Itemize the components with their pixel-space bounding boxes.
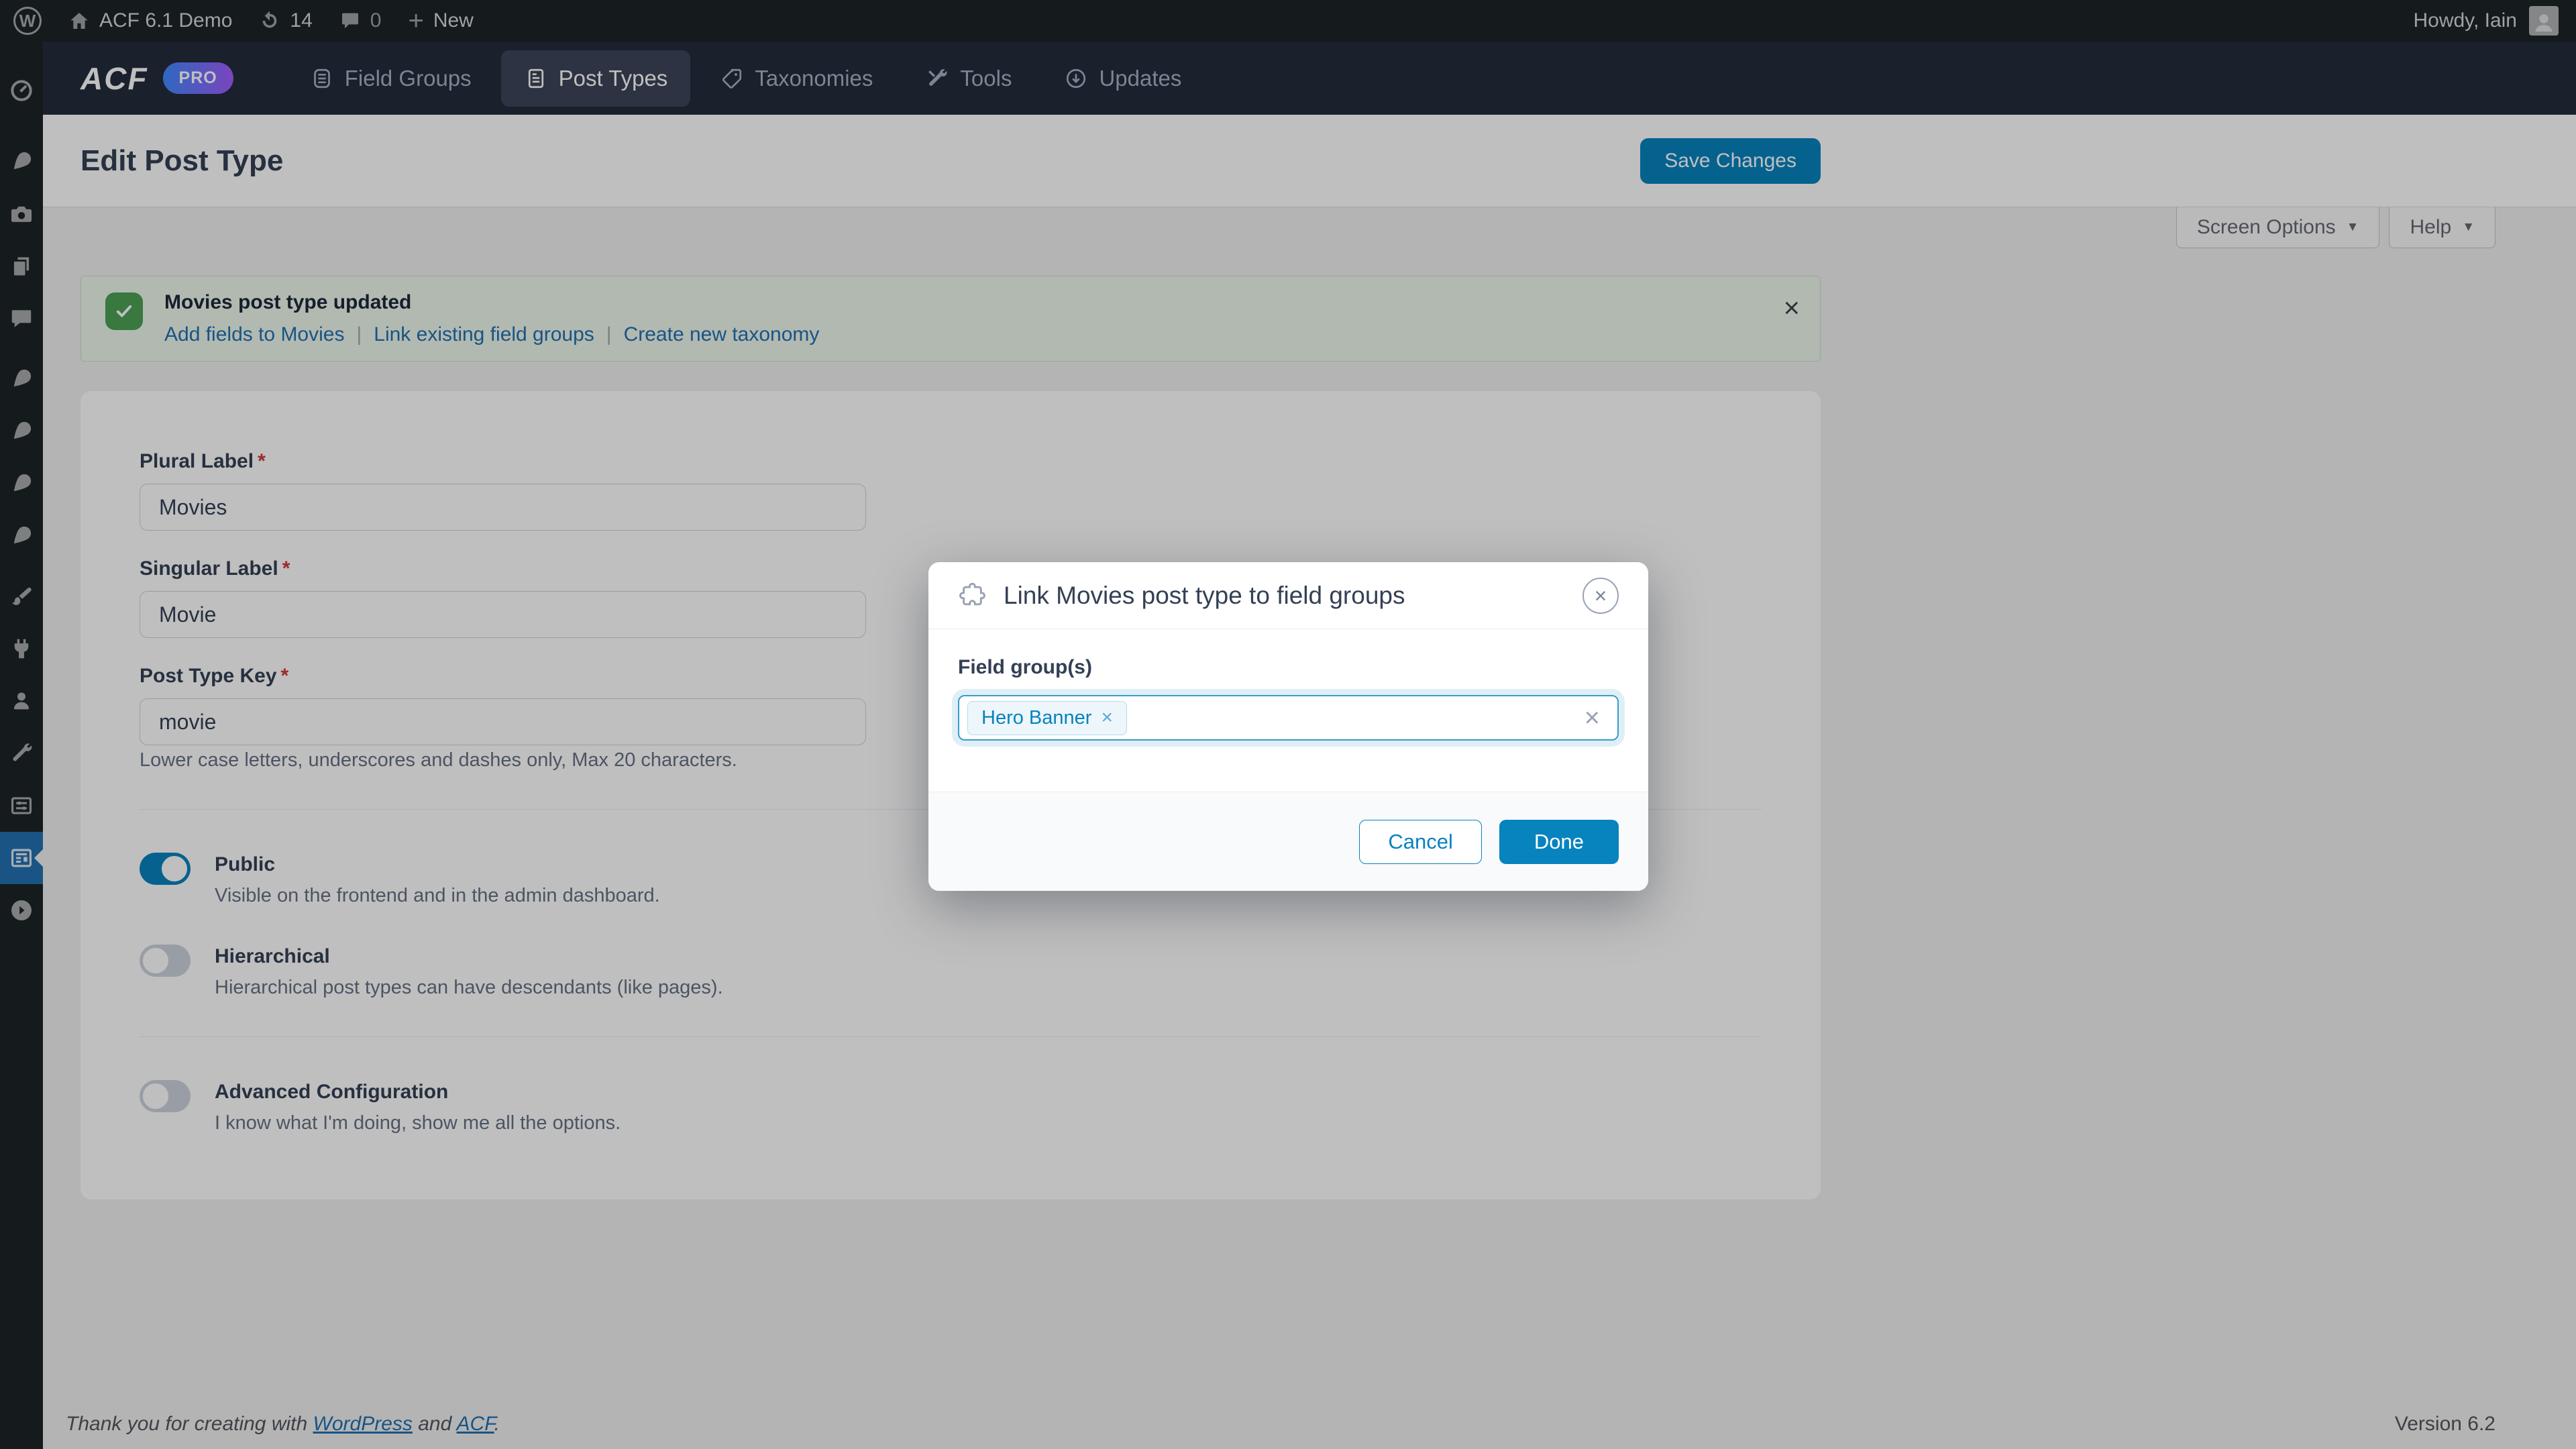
link-field-groups-modal: Link Movies post type to field groups × … — [928, 562, 1648, 891]
close-icon: × — [1595, 585, 1607, 606]
modal-close-button[interactable]: × — [1582, 578, 1619, 614]
clear-selection-icon[interactable]: × — [1585, 704, 1600, 731]
field-groups-select[interactable]: Hero Banner × × — [958, 695, 1619, 741]
modal-body: Field group(s) Hero Banner × × — [928, 629, 1648, 741]
puzzle-icon — [958, 581, 987, 610]
modal-title: Link Movies post type to field groups — [1004, 582, 1405, 610]
field-groups-label: Field group(s) — [958, 656, 1619, 679]
modal-footer: Cancel Done — [928, 792, 1648, 891]
cancel-button[interactable]: Cancel — [1359, 820, 1482, 864]
done-button[interactable]: Done — [1499, 820, 1619, 864]
selected-field-group-tag: Hero Banner × — [967, 701, 1127, 735]
tag-label: Hero Banner — [981, 707, 1091, 729]
modal-header: Link Movies post type to field groups × — [928, 562, 1648, 629]
remove-tag-icon[interactable]: × — [1101, 708, 1113, 728]
